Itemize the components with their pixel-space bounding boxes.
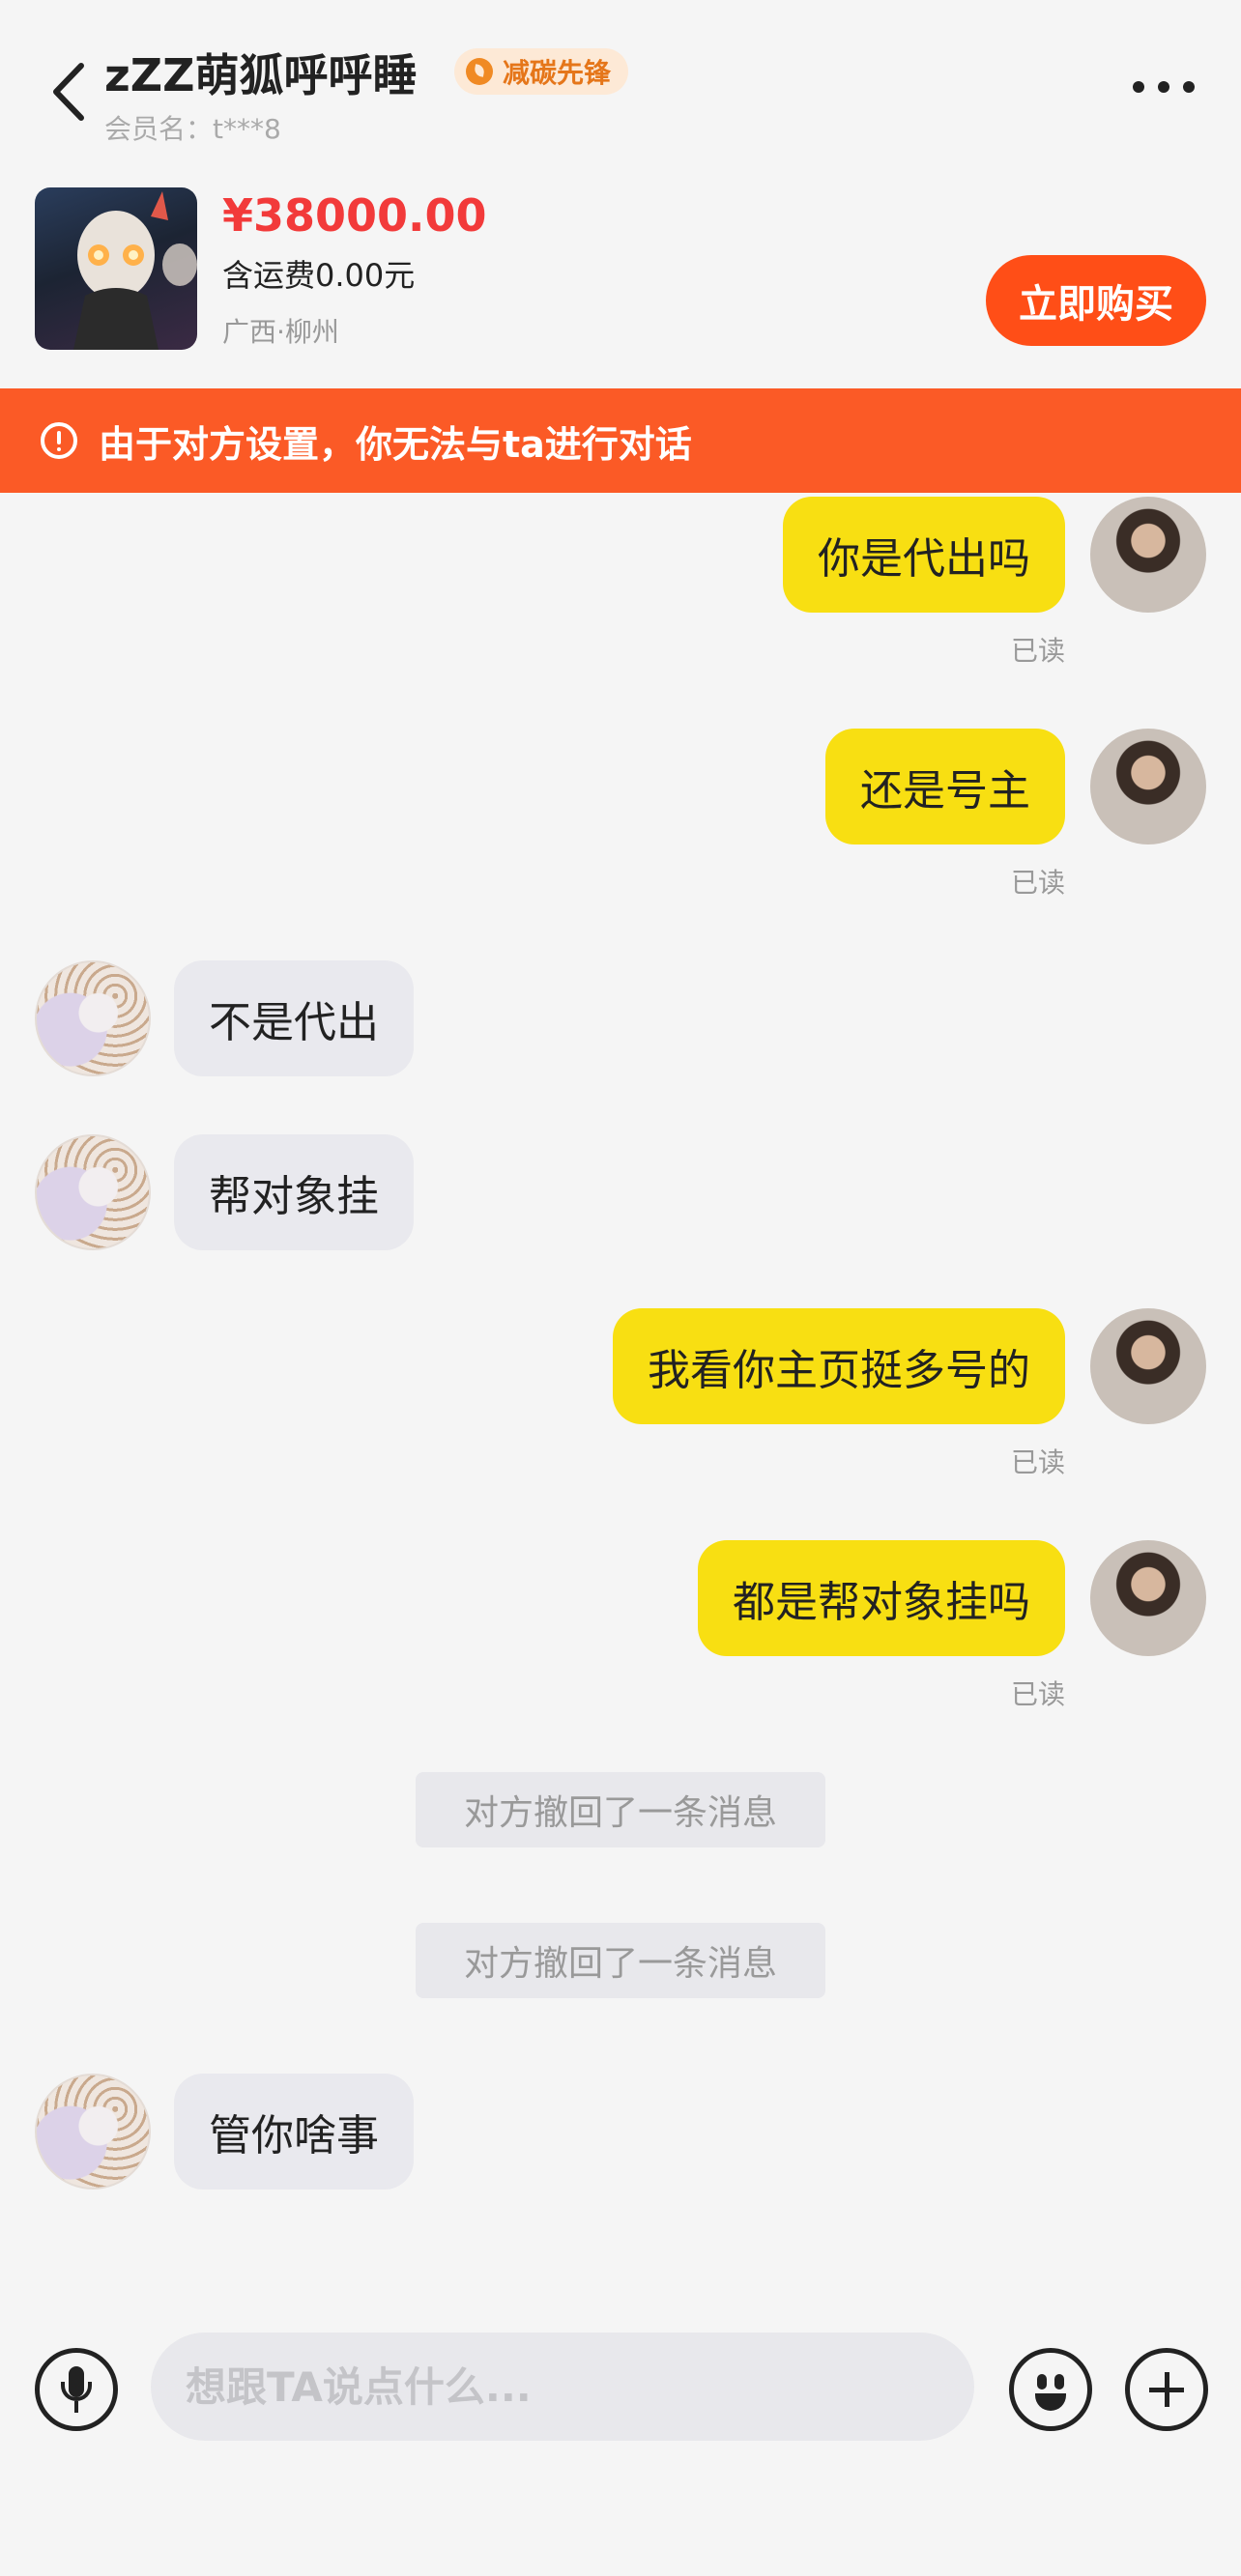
message-text: 我看你主页挺多号的 — [648, 1346, 1030, 1395]
plus-icon[interactable] — [1125, 2348, 1208, 2431]
shipping-fee: 含运费0.00元 — [222, 257, 416, 294]
message-bubble[interactable]: 我看你主页挺多号的 — [613, 1308, 1065, 1424]
message-text: 帮对象挂 — [209, 1172, 379, 1221]
leaf-icon — [466, 58, 493, 85]
emoji-icon[interactable] — [1009, 2348, 1092, 2431]
recall-notice: 对方撤回了一条消息 — [416, 1772, 825, 1847]
carbon-badge[interactable]: 减碳先锋 — [454, 48, 629, 95]
message-text: 还是号主 — [860, 766, 1030, 816]
self-avatar[interactable] — [1090, 1540, 1206, 1656]
warning-banner: 由于对方设置，你无法与ta进行对话 — [0, 388, 1241, 493]
self-avatar[interactable] — [1090, 729, 1206, 844]
message-text: 都是帮对象挂吗 — [733, 1578, 1030, 1627]
message-text: 管你啥事 — [209, 2111, 379, 2161]
chevron-left-icon[interactable] — [46, 58, 95, 126]
product-image — [73, 191, 197, 350]
exclamation-circle-icon — [41, 422, 77, 459]
read-status: 已读 — [1010, 867, 1065, 899]
seller-avatar[interactable] — [35, 2074, 151, 2190]
seller-name[interactable]: zZZ萌狐呼呼睡 — [104, 41, 417, 104]
recall-notice-text: 对方撤回了一条消息 — [463, 1944, 777, 1984]
badge-label: 减碳先锋 — [503, 57, 612, 89]
member-name: 会员名：t***8 — [104, 113, 281, 145]
self-avatar[interactable] — [1090, 1308, 1206, 1424]
product-thumbnail[interactable] — [35, 187, 197, 350]
message-bubble[interactable]: 管你啥事 — [174, 2074, 414, 2190]
message-text: 不是代出 — [209, 998, 379, 1047]
message-bubble[interactable]: 帮对象挂 — [174, 1134, 414, 1250]
message-bubble[interactable]: 还是号主 — [825, 729, 1065, 844]
message-bubble[interactable]: 你是代出吗 — [783, 497, 1065, 613]
buy-now-button[interactable]: 立即购买 — [986, 255, 1206, 346]
warning-text: 由于对方设置，你无法与ta进行对话 — [99, 422, 692, 466]
more-dots-icon[interactable] — [1133, 75, 1195, 99]
read-status: 已读 — [1010, 1678, 1065, 1710]
message-bubble[interactable]: 都是帮对象挂吗 — [698, 1540, 1065, 1656]
recall-notice-text: 对方撤回了一条消息 — [463, 1793, 777, 1833]
product-price: ¥38000.00 — [222, 189, 487, 242]
read-status: 已读 — [1010, 1446, 1065, 1478]
seller-avatar[interactable] — [35, 960, 151, 1076]
recall-notice: 对方撤回了一条消息 — [416, 1923, 825, 1998]
microphone-icon[interactable] — [35, 2348, 118, 2431]
self-avatar[interactable] — [1090, 497, 1206, 613]
product-location: 广西·柳州 — [222, 316, 339, 348]
message-bubble[interactable]: 不是代出 — [174, 960, 414, 1076]
chat-header: zZZ萌狐呼呼睡 减碳先锋 会员名：t***8 ¥38000.00 含运费0.0… — [0, 0, 1241, 386]
seller-avatar[interactable] — [35, 1134, 151, 1250]
message-text: 你是代出吗 — [818, 534, 1030, 584]
read-status: 已读 — [1010, 635, 1065, 667]
message-input[interactable] — [151, 2333, 974, 2441]
